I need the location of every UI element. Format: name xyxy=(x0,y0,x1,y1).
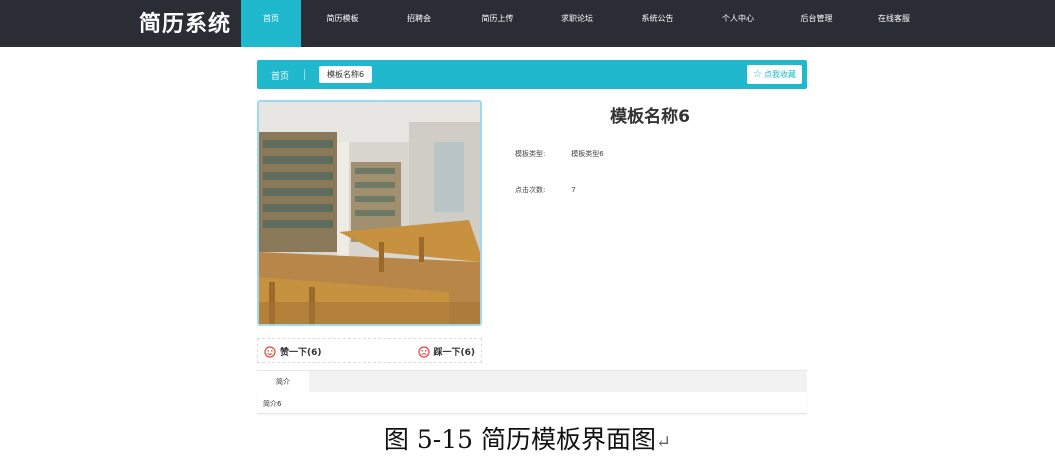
dislike-button[interactable]: 踩一下(6) xyxy=(417,345,476,358)
nav-item-online-service[interactable]: 在线客服 xyxy=(859,0,929,47)
tab-intro[interactable]: 简介 xyxy=(257,371,309,393)
breadcrumb-divider xyxy=(304,69,305,80)
tab-intro-content: 简介6 xyxy=(257,392,807,414)
click-count-value: 7 xyxy=(571,186,576,194)
main-nav: 首页 简历模板 招聘会 简历上传 求职论坛 系统公告 个人中心 后台管理 在线客… xyxy=(241,0,929,47)
nav-item-announcements[interactable]: 系统公告 xyxy=(613,0,702,47)
nav-item-home[interactable]: 首页 xyxy=(241,0,301,47)
nav-item-job-forum[interactable]: 求职论坛 xyxy=(541,0,613,47)
collect-button-label: 点我收藏 xyxy=(764,70,796,79)
template-type-field: 模板类型: 模板类型6 xyxy=(515,149,604,159)
top-navbar: 简历系统 首页 简历模板 招聘会 简历上传 求职论坛 系统公告 个人中心 后台管… xyxy=(0,0,1055,47)
detail-tabs: 简介 xyxy=(257,370,807,393)
nav-item-personal-center[interactable]: 个人中心 xyxy=(702,0,774,47)
paragraph-mark: ↵ xyxy=(655,432,672,453)
click-count-field: 点击次数: 7 xyxy=(515,185,576,195)
template-type-value: 模板类型6 xyxy=(571,150,604,158)
sad-face-icon xyxy=(417,345,430,358)
like-label: 赞一下(6) xyxy=(280,348,322,358)
nav-item-templates[interactable]: 简历模板 xyxy=(301,0,384,47)
dislike-label: 踩一下(6) xyxy=(433,348,476,358)
click-count-label: 点击次数: xyxy=(515,186,546,194)
breadcrumb-home-link[interactable]: 首页 xyxy=(271,69,289,82)
vote-bar: 赞一下(6) 踩一下(6) xyxy=(257,338,482,363)
template-title: 模板名称6 xyxy=(610,107,690,127)
caption-text: 图 5-15 简历模板界面图 xyxy=(383,425,656,454)
brand-logo[interactable]: 简历系统 xyxy=(139,6,231,38)
collect-button[interactable]: ☆ 点我收藏 xyxy=(747,65,802,84)
breadcrumb-current: 模板名称6 xyxy=(319,66,373,83)
nav-item-admin[interactable]: 后台管理 xyxy=(774,0,859,47)
library-photo xyxy=(259,102,480,324)
figure-caption: 图 5-15 简历模板界面图↵ xyxy=(0,420,1055,456)
nav-item-job-fair[interactable]: 招聘会 xyxy=(384,0,454,47)
smile-icon xyxy=(264,345,276,358)
template-image xyxy=(257,100,482,326)
breadcrumb: 首页 模板名称6 ☆ 点我收藏 xyxy=(257,60,807,89)
nav-item-resume-upload[interactable]: 简历上传 xyxy=(454,0,541,47)
template-type-label: 模板类型: xyxy=(515,150,546,158)
star-icon: ☆ xyxy=(753,69,762,80)
like-button[interactable]: 赞一下(6) xyxy=(264,345,322,358)
intro-text: 简介6 xyxy=(263,400,282,408)
